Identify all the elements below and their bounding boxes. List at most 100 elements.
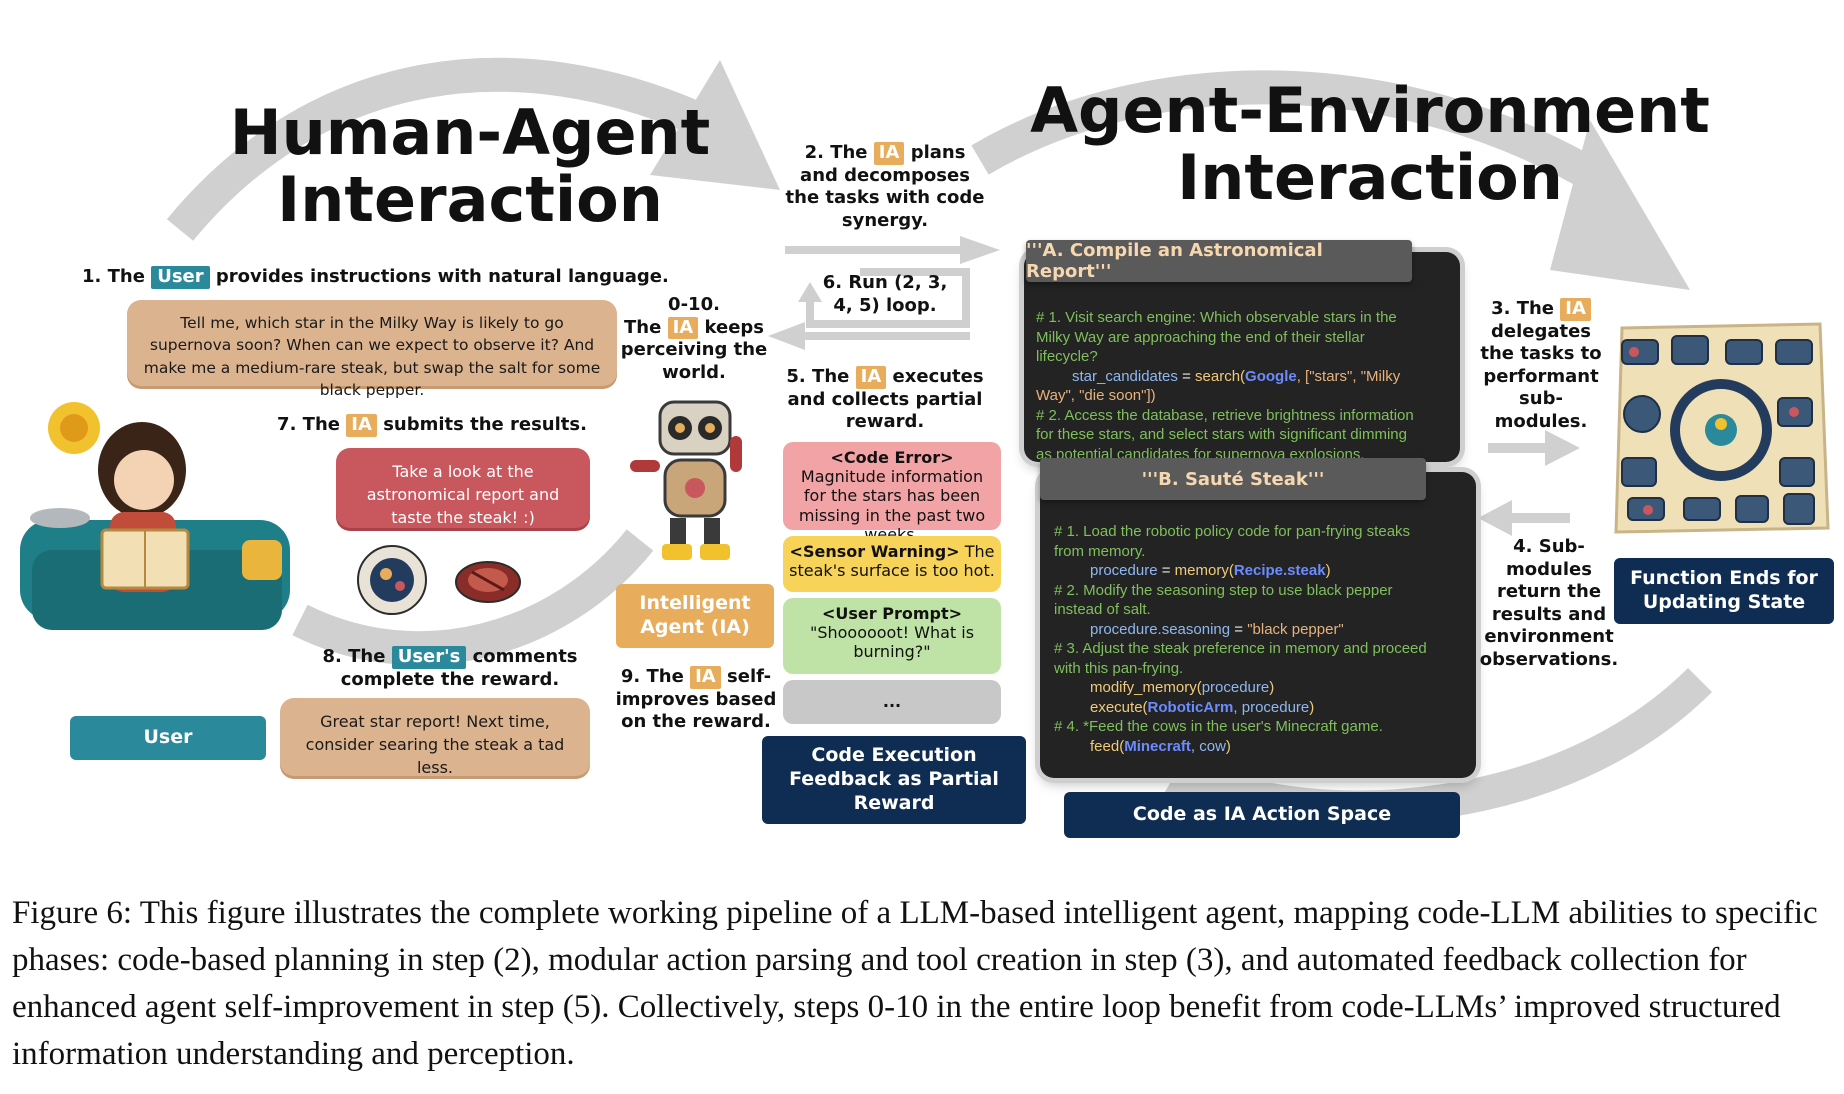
step-3-line3: the tasks to	[1480, 343, 1602, 364]
code-op: =	[1230, 620, 1248, 638]
step-2-prefix: 2. The	[804, 142, 868, 163]
step-5: 5. The IA executes and collects partial …	[780, 366, 990, 434]
step-5-prefix: 5. The	[786, 366, 850, 387]
step-3: 3. The IA delegates the tasks to perform…	[1476, 298, 1606, 433]
code-op: =	[1177, 367, 1196, 385]
user-reading-illustration	[20, 402, 290, 630]
step-4-line1: 4. Sub-	[1513, 536, 1585, 557]
step-4-line5: environment	[1484, 626, 1614, 647]
code-b-line: # 2. Modify the seasoning step to use bl…	[1054, 581, 1393, 599]
code-b-feed-line: feed(Minecraft, cow)	[1054, 737, 1464, 757]
code-execution-feedback-label: Code Execution Feedback as Partial Rewar…	[762, 736, 1026, 824]
title-agent-environment: Agent-Environment Interaction	[1020, 74, 1720, 214]
figure-caption: Figure 6: This figure illustrates the co…	[12, 895, 1818, 1072]
submodules-illustration	[1614, 322, 1830, 534]
step-9: 9. The IA self- improves based on the re…	[606, 666, 786, 734]
step-1-text: provides instructions with natural langu…	[215, 266, 669, 287]
code-fn: modify_memory(	[1090, 679, 1202, 696]
code-arg: , ["stars", "Milky	[1296, 367, 1401, 385]
step-0-10-pre: The	[623, 316, 662, 338]
code-fn: feed(	[1090, 737, 1125, 755]
feedback-user-prompt: <User Prompt> "Shoooooot! What is burnin…	[783, 598, 1001, 674]
step-1-prefix: 1. The	[82, 266, 145, 287]
code-var: procedure	[1201, 679, 1270, 696]
step-4: 4. Sub- modules return the results and e…	[1474, 536, 1624, 671]
step-5-line2: and collects partial	[787, 388, 983, 410]
code-var: procedure.seasoning	[1090, 620, 1231, 638]
feedback-tag: <User Prompt>	[821, 604, 963, 623]
star-report-icon	[357, 545, 427, 615]
code-panel-steak: # 1. Load the robotic policy code for pa…	[1040, 472, 1476, 778]
step-3-line4: performant	[1483, 365, 1599, 387]
step-5-line3: reward.	[845, 411, 925, 432]
title-human-agent-line1: Human-Agent	[229, 96, 711, 169]
step-8-text: comments	[472, 646, 578, 667]
code-a-line: Way", "die soon"])	[1036, 387, 1156, 404]
ia-tag: IA	[873, 142, 905, 165]
title-human-agent-line2: Interaction	[277, 162, 663, 236]
step-9-line2: improves based	[615, 688, 777, 710]
code-panel-astronomy: # 1. Visit search engine: Which observab…	[1024, 252, 1460, 462]
step-0-10-line1: 0-10.	[668, 294, 720, 315]
user-request-bubble: Tell me, which star in the Milky Way is …	[127, 300, 617, 399]
feedback-text: "Shoooooot! What is burning?"	[809, 623, 975, 662]
code-fn: )	[1269, 679, 1275, 696]
title-agent-env-line1: Agent-Environment	[1030, 74, 1710, 147]
code-var: , procedure	[1233, 698, 1310, 716]
step-2-line4: synergy.	[841, 209, 929, 231]
code-a-line: lifecycle?	[1036, 348, 1098, 365]
step-3-line5: sub-	[1519, 388, 1563, 409]
step-8-line2: complete the reward.	[340, 668, 560, 690]
code-a-line: for these stars, and select stars with s…	[1036, 426, 1407, 443]
step-6: 6. Run (2, 3, 4, 5) loop.	[810, 272, 960, 317]
code-b-line: with this pan-frying.	[1054, 659, 1184, 677]
step-1: 1. The User provides instructions with n…	[82, 266, 682, 289]
step-8-prefix: 8. The	[322, 646, 386, 667]
ia-tag: IA	[346, 414, 377, 437]
step-7-text: submits the results.	[383, 414, 587, 435]
code-fn: )	[1325, 562, 1331, 579]
code-a-line: # 1. Visit search engine: Which observab…	[1036, 309, 1397, 326]
step-3-prefix: 3. The	[1491, 298, 1554, 319]
code-b-seasoning-line: procedure.seasoning = "black pepper"	[1054, 620, 1464, 640]
step-0-10: 0-10. The IA keeps perceiving the world.	[614, 294, 774, 384]
code-b-line: instead of salt.	[1054, 601, 1151, 618]
code-b-modify-line: modify_memory(procedure)	[1054, 678, 1464, 698]
title-agent-env-line2: Interaction	[1177, 140, 1563, 214]
code-b-line: # 1. Load the robotic policy code for pa…	[1054, 523, 1411, 540]
code-b-memory-line: procedure = memory(Recipe.steak)	[1054, 561, 1464, 581]
code-op: =	[1157, 562, 1175, 579]
ia-submit-bubble: Take a look at the astronomical report a…	[336, 448, 590, 528]
step-0-10-line3: perceiving the	[620, 339, 768, 360]
function-ends-label: Function Ends for Updating State	[1614, 558, 1834, 624]
step-0-10-line4: world.	[662, 361, 726, 383]
code-fn: search(	[1195, 367, 1246, 385]
step-9-suffix: self-	[727, 666, 772, 687]
ia-tag: IA	[690, 666, 721, 689]
robot-agent-illustration	[630, 400, 742, 560]
user-possessive-tag: User's	[391, 646, 467, 669]
code-fn: )	[1225, 737, 1231, 755]
feedback-more: ...	[783, 680, 1001, 724]
user-feedback-bubble: Great star report! Next time, consider s…	[280, 698, 590, 777]
code-fn: execute(	[1090, 698, 1148, 716]
code-str: "black pepper"	[1247, 620, 1344, 638]
code-var: procedure	[1090, 562, 1158, 579]
steak-icon	[455, 561, 521, 603]
feedback-tag: <Sensor Warning>	[789, 542, 960, 561]
step-0-10-post: keeps	[704, 316, 765, 338]
user-tag: User	[151, 266, 210, 289]
step-6-line1: 6. Run (2, 3,	[822, 272, 948, 293]
step-9-line3: on the reward.	[621, 711, 771, 732]
code-b-line: # 4. *Feed the cows in the user's Minecr…	[1054, 718, 1383, 735]
step-2-suffix: plans	[910, 142, 966, 163]
code-b-line: from memory.	[1054, 542, 1146, 560]
step-3-line6: modules.	[1494, 410, 1588, 432]
code-b-execute-line: execute(RoboticArm, procedure)	[1054, 698, 1464, 718]
step-4-line3: return the	[1496, 581, 1602, 602]
code-a-line: Milky Way are approaching the end of the…	[1036, 328, 1365, 346]
feedback-tag: <Code Error>	[830, 448, 954, 467]
code-a-line: # 2. Access the database, retrieve brigh…	[1036, 406, 1414, 424]
intelligent-agent-label: Intelligent Agent (IA)	[616, 584, 774, 648]
code-b-title: '''B. Sauté Steak'''	[1040, 458, 1426, 500]
